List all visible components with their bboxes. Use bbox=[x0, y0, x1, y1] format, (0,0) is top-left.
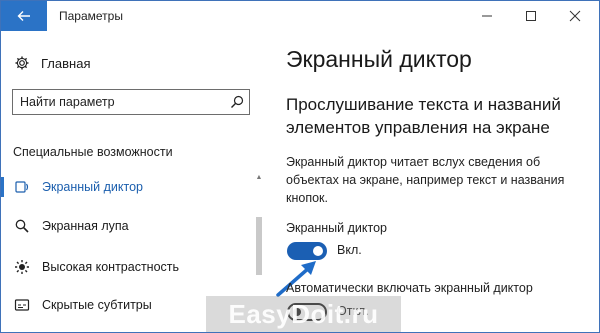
sidebar-item-narrator[interactable]: Экранный диктор bbox=[1, 176, 241, 198]
sidebar-item-high-contrast[interactable]: Высокая контрастность bbox=[1, 256, 241, 278]
contrast-icon bbox=[14, 259, 30, 275]
narrator-icon bbox=[14, 179, 30, 195]
sidebar-item-magnifier[interactable]: Экранная лупа bbox=[1, 215, 241, 237]
sidebar-item-label: Высокая контрастность bbox=[42, 260, 180, 274]
close-icon bbox=[569, 10, 581, 22]
sidebar-item-label: Экранная лупа bbox=[42, 219, 129, 233]
section-heading: Специальные возможности bbox=[13, 145, 173, 159]
settings-window: Параметры Главная Найти параметр Специал… bbox=[0, 0, 600, 333]
back-arrow-icon bbox=[17, 11, 30, 21]
nav-home-label: Главная bbox=[41, 55, 91, 71]
sidebar-item-label: Экранный диктор bbox=[42, 180, 143, 194]
sidebar-item-captions[interactable]: Скрытые субтитры bbox=[1, 294, 241, 316]
sidebar-item-label: Скрытые субтитры bbox=[42, 298, 152, 312]
watermark: EasyDoit.ru bbox=[206, 296, 401, 332]
sidebar: Главная Найти параметр Специальные возмо… bbox=[1, 31, 270, 332]
minimize-button[interactable] bbox=[465, 1, 509, 31]
maximize-icon bbox=[526, 11, 536, 21]
search-icon[interactable] bbox=[230, 95, 244, 109]
minimize-icon bbox=[482, 15, 492, 17]
search-input[interactable]: Найти параметр bbox=[20, 95, 115, 109]
scroll-up-arrow-icon[interactable]: ▲ bbox=[255, 173, 263, 183]
scroll-thumb[interactable] bbox=[256, 217, 262, 275]
close-button[interactable] bbox=[553, 1, 597, 31]
title-bar: Параметры bbox=[1, 1, 599, 31]
maximize-button[interactable] bbox=[509, 1, 553, 31]
window-title: Параметры bbox=[59, 9, 123, 23]
active-indicator bbox=[1, 177, 4, 197]
nav-home[interactable]: Главная bbox=[13, 53, 90, 73]
magnifier-icon bbox=[14, 218, 30, 234]
content-pane: Экранный диктор Прослушивание текста и н… bbox=[270, 31, 599, 332]
auto-start-label: Автоматически включать экранный диктор bbox=[286, 281, 533, 295]
captions-icon bbox=[14, 297, 30, 313]
back-button[interactable] bbox=[1, 1, 47, 31]
search-box[interactable]: Найти параметр bbox=[12, 89, 250, 115]
gear-icon bbox=[13, 54, 31, 72]
